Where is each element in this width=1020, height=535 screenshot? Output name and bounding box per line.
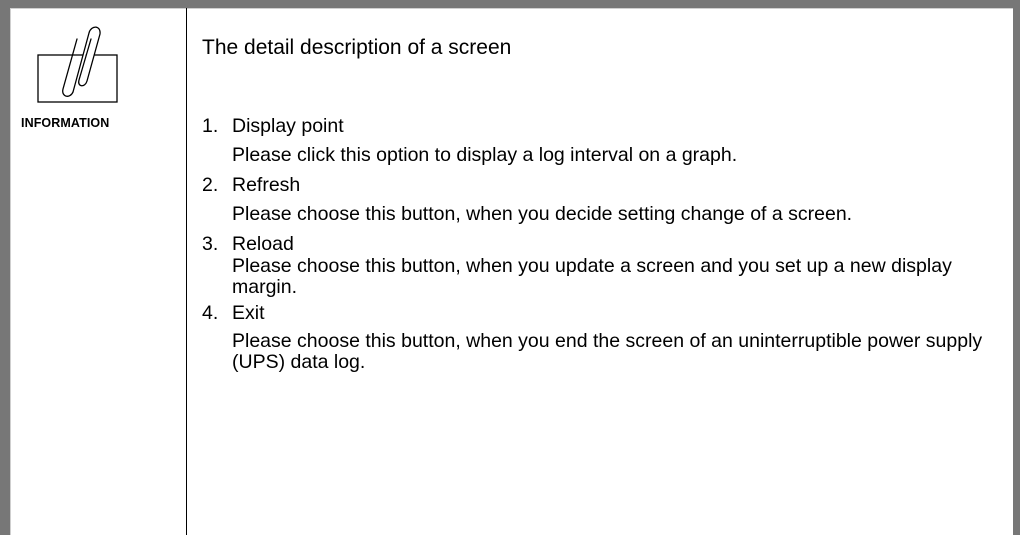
document-frame: INFORMATION The detail description of a … [0, 0, 1020, 535]
list-item-description: Please choose this button, when you deci… [232, 203, 853, 225]
list-item-description: Please choose this button, when you upda… [232, 255, 952, 298]
list-item-title: 4. Exit [202, 301, 1017, 325]
list-item-name: Exit [232, 302, 265, 324]
list-item-number: 2. [202, 174, 219, 196]
list-item-description: Please click this option to display a lo… [232, 144, 738, 166]
list-item-title: 1. Display point [202, 114, 1017, 138]
list-item-number: 3. [202, 233, 219, 255]
information-label: INFORMATION [21, 116, 110, 130]
list-item-title: 3. Reload [202, 232, 1017, 256]
paperclip-note-icon [37, 26, 118, 103]
list-item-title: 2. Refresh [202, 173, 1017, 197]
list-item-name: Display point [232, 115, 344, 137]
option-list: 1. Display point Please click this optio… [202, 114, 1017, 376]
page-title: The detail description of a screen [202, 36, 512, 59]
list-item-name: Reload [232, 233, 294, 255]
list-item-number: 4. [202, 302, 219, 324]
list-item-number: 1. [202, 115, 219, 137]
info-sidebar: INFORMATION [10, 8, 187, 535]
list-item-description: Please choose this button, when you end … [232, 330, 983, 373]
content-area: The detail description of a screen 1. Di… [202, 8, 1013, 535]
list-item-name: Refresh [232, 174, 301, 196]
